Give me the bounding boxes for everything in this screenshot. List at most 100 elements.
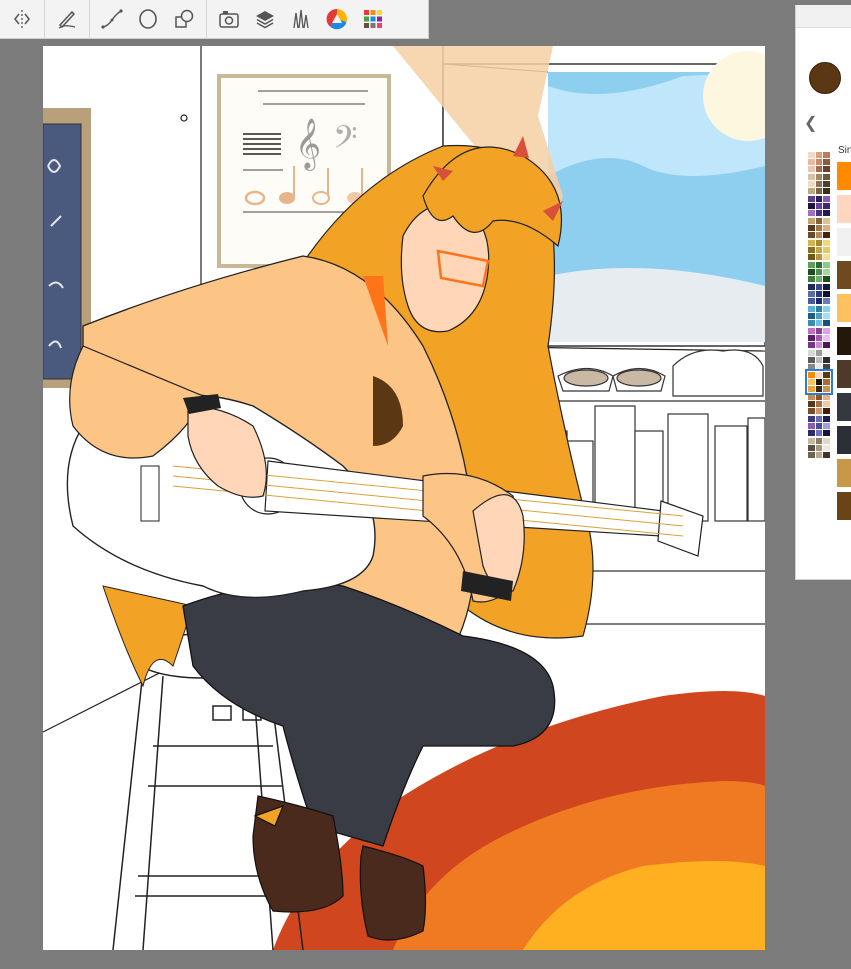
color-set-cell bbox=[823, 408, 830, 414]
color-set-cell bbox=[823, 313, 830, 319]
color-set-cell bbox=[815, 313, 823, 319]
color-set-label: Sin bbox=[838, 145, 851, 156]
color-swatch[interactable] bbox=[837, 426, 851, 454]
color-set-cell bbox=[815, 423, 823, 429]
tool-group-pen bbox=[45, 0, 89, 38]
color-wheel-button[interactable] bbox=[319, 1, 355, 37]
tool-group-panels bbox=[207, 0, 395, 38]
color-set-cell bbox=[823, 291, 830, 297]
color-set-cell bbox=[808, 152, 815, 158]
color-set-cell bbox=[823, 438, 830, 444]
color-set-thumbnail[interactable] bbox=[808, 218, 830, 238]
pen-pressure-button[interactable] bbox=[49, 1, 85, 37]
color-set-cell bbox=[808, 416, 815, 422]
color-swatch[interactable] bbox=[837, 360, 851, 388]
color-set-cell bbox=[823, 379, 830, 385]
color-set-cell bbox=[808, 313, 815, 319]
brush-set-button[interactable] bbox=[283, 1, 319, 37]
color-swatch[interactable] bbox=[837, 162, 851, 190]
color-set-thumbnail[interactable] bbox=[808, 306, 830, 326]
color-set-cell bbox=[823, 430, 830, 436]
color-set-cell bbox=[823, 254, 830, 260]
color-set-cell bbox=[808, 240, 815, 246]
color-set-thumbnail[interactable] bbox=[808, 416, 830, 436]
color-set-cell bbox=[823, 232, 830, 238]
artwork: 𝄞 𝄢 bbox=[43, 46, 765, 950]
selected-set-swatches bbox=[837, 162, 851, 525]
symmetry-button[interactable] bbox=[4, 1, 40, 37]
shapes-button[interactable] bbox=[166, 1, 202, 37]
color-set-cell bbox=[815, 232, 823, 238]
color-set-cell bbox=[823, 416, 830, 422]
color-set-thumbnail[interactable] bbox=[808, 174, 830, 194]
color-set-thumbnail[interactable] bbox=[808, 152, 830, 172]
color-set-thumbnail[interactable] bbox=[808, 240, 830, 260]
color-set-cell bbox=[808, 328, 815, 334]
color-set-cell bbox=[815, 452, 823, 458]
tool-group-symmetry bbox=[0, 0, 44, 38]
color-set-list bbox=[805, 152, 833, 460]
curve-button[interactable] bbox=[94, 1, 130, 37]
reference-button[interactable] bbox=[211, 1, 247, 37]
color-set-cell bbox=[823, 247, 830, 253]
color-set-cell bbox=[808, 159, 815, 165]
color-set-cell bbox=[808, 452, 815, 458]
color-set-cell bbox=[808, 335, 815, 341]
color-set-cell bbox=[815, 416, 823, 422]
color-set-cell bbox=[815, 386, 823, 392]
color-set-cell bbox=[808, 291, 815, 297]
color-set-cell bbox=[823, 218, 830, 224]
top-toolbar bbox=[0, 0, 429, 39]
color-set-cell bbox=[823, 262, 830, 268]
color-set-cell bbox=[815, 196, 823, 202]
color-set-cell bbox=[823, 328, 830, 334]
color-set-cell bbox=[815, 254, 823, 260]
color-set-cell bbox=[808, 174, 815, 180]
color-swatch[interactable] bbox=[837, 294, 851, 322]
color-set-cell bbox=[808, 298, 815, 304]
color-set-cell bbox=[808, 372, 815, 378]
color-swatch[interactable] bbox=[837, 228, 851, 256]
color-set-cell bbox=[815, 291, 823, 297]
color-set-cell bbox=[815, 298, 823, 304]
panel-header[interactable] bbox=[796, 5, 851, 28]
color-set-cell bbox=[823, 276, 830, 282]
color-set-cell bbox=[823, 364, 830, 370]
color-set-cell bbox=[808, 320, 815, 326]
color-set-thumbnail[interactable] bbox=[808, 262, 830, 282]
palette-button[interactable] bbox=[355, 1, 391, 37]
color-set-thumbnail[interactable] bbox=[808, 394, 830, 414]
color-set-cell bbox=[815, 159, 823, 165]
current-color-swatch[interactable] bbox=[809, 62, 841, 94]
svg-text:𝄞: 𝄞 bbox=[295, 118, 321, 171]
color-set-cell bbox=[815, 247, 823, 253]
layers-button[interactable] bbox=[247, 1, 283, 37]
color-set-cell bbox=[823, 298, 830, 304]
drawing-canvas[interactable]: 𝄞 𝄢 bbox=[43, 46, 765, 950]
color-set-cell bbox=[808, 394, 815, 400]
color-swatch[interactable] bbox=[837, 459, 851, 487]
chevron-left-icon[interactable]: ❮ bbox=[804, 113, 817, 133]
color-set-cell bbox=[815, 166, 823, 172]
color-swatch[interactable] bbox=[837, 327, 851, 355]
color-set-cell bbox=[823, 284, 830, 290]
color-set-thumbnail[interactable] bbox=[808, 284, 830, 304]
color-set-thumbnail[interactable] bbox=[808, 350, 830, 370]
ellipse-button[interactable] bbox=[130, 1, 166, 37]
color-set-cell bbox=[815, 401, 823, 407]
color-set-thumbnail[interactable] bbox=[808, 328, 830, 348]
color-set-thumbnail[interactable] bbox=[808, 196, 830, 216]
color-set-cell bbox=[823, 166, 830, 172]
color-set-cell bbox=[808, 430, 815, 436]
color-swatch[interactable] bbox=[837, 492, 851, 520]
color-set-cell bbox=[823, 357, 830, 363]
color-set-thumbnail[interactable] bbox=[808, 438, 830, 458]
color-set-cell bbox=[815, 350, 823, 356]
color-swatch[interactable] bbox=[837, 261, 851, 289]
color-set-thumbnail[interactable] bbox=[805, 369, 833, 395]
color-swatch[interactable] bbox=[837, 393, 851, 421]
color-set-cell bbox=[823, 174, 830, 180]
color-swatch[interactable] bbox=[837, 195, 851, 223]
svg-text:𝄢: 𝄢 bbox=[333, 119, 357, 163]
color-set-cell bbox=[815, 445, 823, 451]
